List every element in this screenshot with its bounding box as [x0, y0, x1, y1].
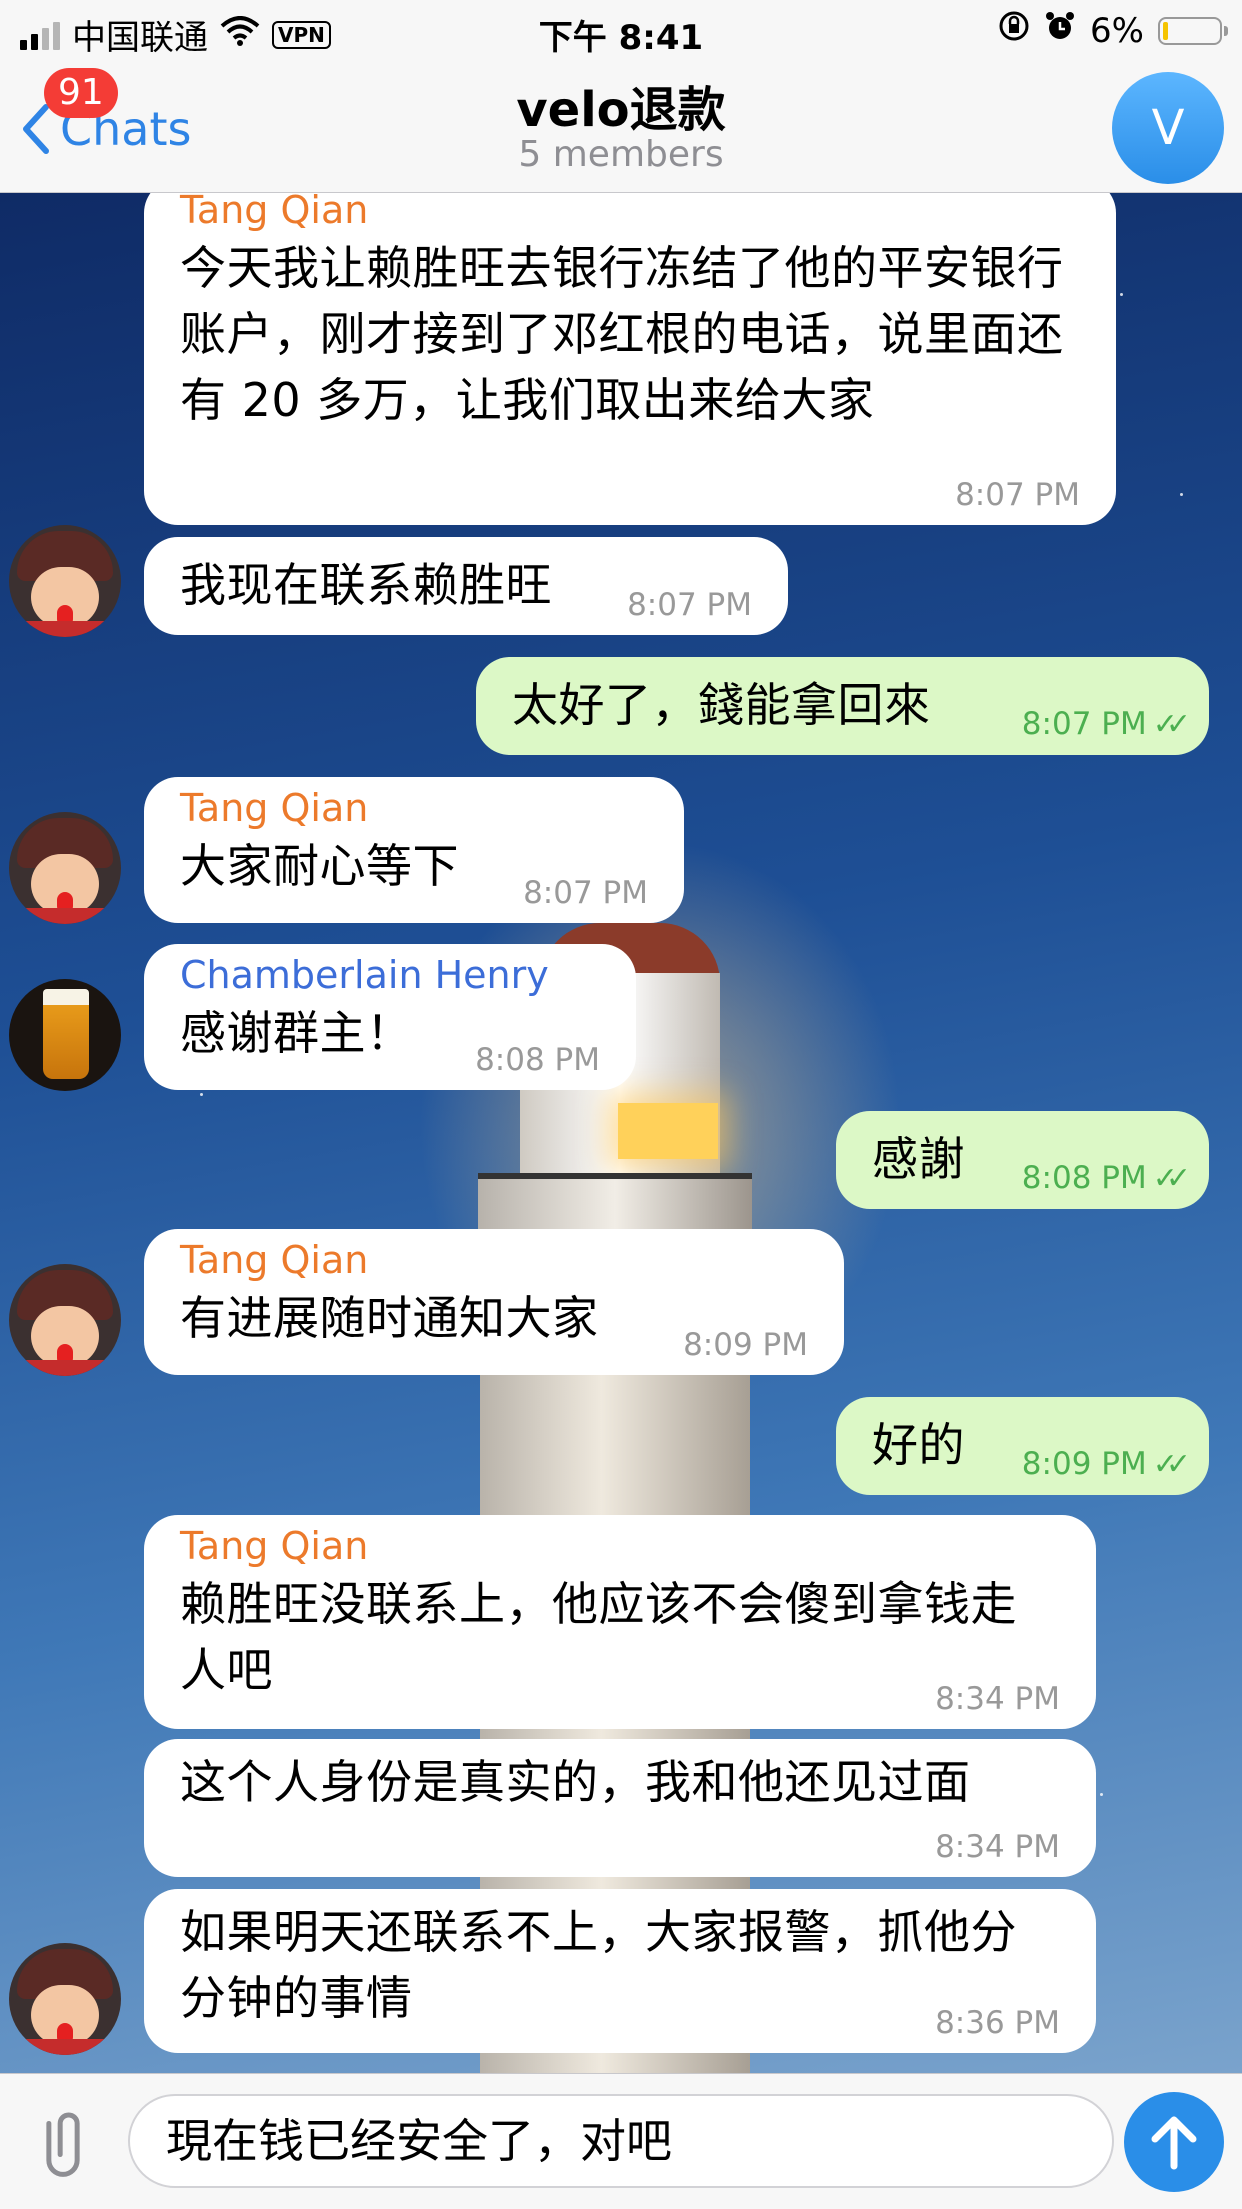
sender-name: Tang Qian	[180, 1238, 369, 1282]
message-bubble[interactable]: Tang Qian 有进展随时通知大家 8:09 PM	[144, 1229, 844, 1375]
chat-header: Chats 91 velo退款 5 members V	[0, 62, 1242, 193]
rotation-lock-icon	[998, 10, 1030, 51]
send-arrow-icon	[1151, 2116, 1197, 2170]
message-text: 这个人身份是真实的，我和他还见过面	[180, 1755, 971, 1809]
message-bubble[interactable]: 如果明天还联系不上，大家报警，抓他分分钟的事情 8:36 PM	[144, 1889, 1096, 2053]
paperclip-icon[interactable]	[14, 2090, 113, 2189]
message-time: 8:34 PM	[935, 1829, 1060, 1865]
message-bubble[interactable]: 我现在联系赖胜旺 8:07 PM	[144, 537, 788, 635]
avatar-tang-qian[interactable]	[9, 812, 121, 924]
battery-percent: 6%	[1090, 10, 1144, 51]
message-bubble[interactable]: Tang Qian 今天我让赖胜旺去银行冻结了他的平安银行账户，刚才接到了邓红根…	[144, 193, 1116, 525]
chat-title[interactable]: velo退款	[0, 70, 1242, 140]
message-time: 8:34 PM	[935, 1681, 1060, 1717]
avatar-tang-qian[interactable]	[9, 525, 121, 637]
message-bubble[interactable]: Tang Qian 大家耐心等下 8:07 PM	[144, 777, 684, 923]
battery-icon	[1158, 16, 1228, 45]
message-time: 8:07 PM	[627, 587, 752, 623]
read-check-icon: ✓✓	[1152, 1447, 1191, 1482]
sender-name: Tang Qian	[180, 786, 369, 830]
avatar-tang-qian[interactable]	[9, 1264, 121, 1376]
members-count[interactable]: 5 members	[0, 134, 1242, 175]
message-time: 8:09 PM ✓✓	[1021, 1446, 1191, 1482]
alarm-icon	[1044, 10, 1076, 51]
message-bubble[interactable]: 这个人身份是真实的，我和他还见过面 8:34 PM	[144, 1739, 1096, 1877]
message-time: 8:07 PM	[955, 477, 1080, 513]
send-button[interactable]	[1124, 2092, 1224, 2192]
avatar-tang-qian[interactable]	[9, 1943, 121, 2055]
group-avatar[interactable]: V	[1112, 72, 1224, 184]
message-time: 8:09 PM	[683, 1327, 808, 1363]
sender-name: Tang Qian	[180, 1524, 369, 1568]
composer-bar: 現在钱已经安全了，对吧	[0, 2073, 1242, 2209]
status-bar: 中国联通 VPN 下午 8:41 6%	[0, 0, 1242, 62]
sender-name: Chamberlain Henry	[180, 953, 549, 997]
message-time: 8:08 PM	[475, 1042, 600, 1078]
message-time: 8:07 PM ✓✓	[1021, 706, 1191, 742]
lighthouse-light	[618, 1103, 718, 1159]
message-bubble-outgoing[interactable]: 太好了，錢能拿回來 8:07 PM ✓✓	[476, 657, 1209, 755]
message-text: 赖胜旺没联系上，他应该不会傻到拿钱走人吧	[180, 1577, 1017, 1697]
message-text: 今天我让赖胜旺去银行冻结了他的平安银行账户，刚才接到了邓红根的电话，说里面还有 …	[180, 241, 1064, 427]
avatar-chamberlain-henry[interactable]	[9, 979, 121, 1091]
read-check-icon: ✓✓	[1152, 1161, 1191, 1196]
chat-area[interactable]: Tang Qian 今天我让赖胜旺去银行冻结了他的平安银行账户，刚才接到了邓红根…	[0, 193, 1242, 2073]
message-bubble[interactable]: Tang Qian 赖胜旺没联系上，他应该不会傻到拿钱走人吧 8:34 PM	[144, 1515, 1096, 1729]
message-bubble-outgoing[interactable]: 感謝 8:08 PM ✓✓	[836, 1111, 1209, 1209]
message-text: 如果明天还联系不上，大家报警，抓他分分钟的事情	[180, 1905, 1017, 2025]
read-check-icon: ✓✓	[1152, 707, 1191, 742]
message-time: 8:07 PM	[523, 875, 648, 911]
message-input[interactable]: 現在钱已经安全了，对吧	[128, 2094, 1114, 2188]
sender-name: Tang Qian	[180, 193, 369, 232]
message-time: 8:08 PM ✓✓	[1021, 1160, 1191, 1196]
message-time: 8:36 PM	[935, 2005, 1060, 2041]
message-bubble[interactable]: Chamberlain Henry 感谢群主！ 8:08 PM	[144, 944, 636, 1090]
message-bubble-outgoing[interactable]: 好的 8:09 PM ✓✓	[836, 1397, 1209, 1495]
